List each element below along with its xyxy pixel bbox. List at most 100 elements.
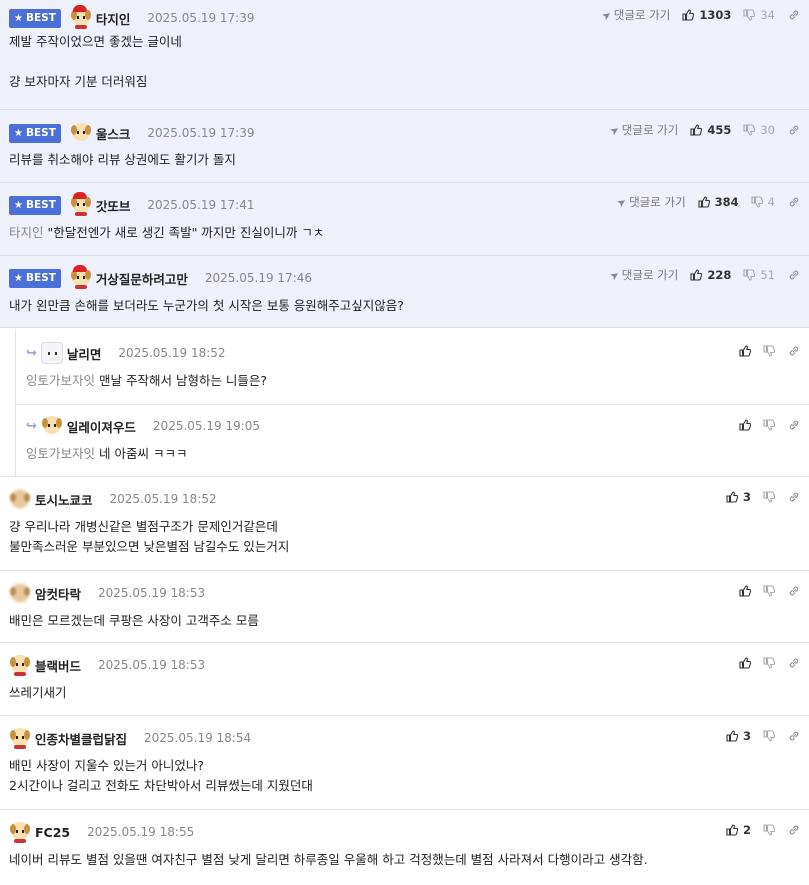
thumbs-up-icon <box>726 824 738 836</box>
upvote-button[interactable] <box>739 657 751 669</box>
upvote-button[interactable] <box>739 345 751 357</box>
link-icon[interactable] <box>788 585 800 597</box>
comment-author[interactable]: 암컷타락 <box>35 584 81 603</box>
avatar[interactable] <box>69 265 92 289</box>
upvote-count: 228 <box>707 268 732 282</box>
comment-time: 2025.05.19 19:05 <box>152 419 261 433</box>
best-badge: ★ BEST <box>9 8 61 28</box>
downvote-button[interactable]: 51 <box>743 268 775 282</box>
comment-item: 인종차별클럽닭집 2025.05.19 18:54 3 배민 사장이 지울수 있… <box>0 716 809 810</box>
avatar[interactable] <box>40 342 63 364</box>
link-icon[interactable] <box>788 730 800 742</box>
upvote-count: 384 <box>714 195 739 209</box>
comment-author[interactable]: 토시노쿄코 <box>35 490 93 509</box>
upvote-count: 455 <box>707 123 732 137</box>
upvote-button[interactable]: 3 <box>726 729 751 743</box>
comment-time: 2025.05.19 17:46 <box>204 271 312 285</box>
star-icon: ★ <box>14 127 23 139</box>
comment-body: 쓰레기새기 <box>9 685 67 700</box>
comment-item: ★ BEST 울스크 2025.05.19 17:39 ➤ 댓글로 가기 455 3… <box>0 110 809 183</box>
downvote-button[interactable] <box>763 730 775 742</box>
mention[interactable]: 잉토가보자잇 <box>26 446 95 461</box>
thumbs-down-icon <box>763 345 775 357</box>
downvote-count: 4 <box>767 195 775 209</box>
upvote-button[interactable]: 1303 <box>682 8 731 22</box>
navigation-arrow-icon: ➤ <box>598 7 614 23</box>
downvote-button[interactable]: 30 <box>743 123 775 137</box>
comment-author[interactable]: 울스크 <box>96 124 131 143</box>
upvote-button[interactable]: 3 <box>726 490 751 504</box>
upvote-count: 3 <box>742 490 751 504</box>
comment-item: 블랙버드 2025.05.19 18:53 쓰레기새기 <box>0 643 809 716</box>
mention[interactable]: 잉토가보자잇 <box>26 373 95 388</box>
comment-author[interactable]: 인종차별클럽닭집 <box>35 729 127 748</box>
avatar[interactable] <box>69 192 92 216</box>
upvote-button[interactable]: 455 <box>690 123 731 137</box>
downvote-button[interactable] <box>763 657 775 669</box>
thumbs-up-icon <box>739 419 751 431</box>
upvote-button[interactable]: 384 <box>698 195 739 209</box>
comment-time: 2025.05.19 18:53 <box>98 586 206 600</box>
downvote-button[interactable] <box>763 585 775 597</box>
downvote-button[interactable] <box>763 345 775 357</box>
comment-author[interactable]: 거상질문하려고만 <box>96 269 188 288</box>
downvote-button[interactable] <box>763 824 775 836</box>
comment-author[interactable]: 블랙버드 <box>35 656 81 675</box>
upvote-button[interactable] <box>739 585 751 597</box>
link-icon[interactable] <box>788 124 800 136</box>
navigation-arrow-icon: ➤ <box>606 267 622 283</box>
comment-author[interactable]: FC25 <box>35 825 70 840</box>
upvote-count: 2 <box>742 823 751 837</box>
thumbs-down-icon <box>743 269 755 281</box>
link-icon[interactable] <box>788 269 800 281</box>
link-icon[interactable] <box>788 491 800 503</box>
reply-item: ↪ 일레이져우드 2025.05.19 19:05 잉토가보자잇 네 아줌씨 ㅋㅋ… <box>0 404 809 477</box>
thumbs-up-icon <box>739 657 751 669</box>
comment-author[interactable]: 갓또브 <box>96 196 131 215</box>
upvote-button[interactable]: 2 <box>726 823 751 837</box>
downvote-button[interactable] <box>763 419 775 431</box>
goto-comment-link[interactable]: ➤ 댓글로 가기 <box>607 122 679 138</box>
goto-comment-link[interactable]: ➤ 댓글로 가기 <box>606 267 679 283</box>
downvote-count: 51 <box>760 268 775 282</box>
thumbs-down-icon <box>763 585 775 597</box>
comment-time: 2025.05.19 17:39 <box>147 11 255 25</box>
avatar[interactable] <box>9 582 31 604</box>
link-icon[interactable] <box>788 824 800 836</box>
downvote-button[interactable]: 4 <box>751 195 775 209</box>
comment-body: 네이버 리뷰도 별점 있을땐 여자친구 별점 낮게 달리면 하루종일 우울해 하… <box>9 852 648 867</box>
downvote-count: 34 <box>760 8 775 22</box>
avatar[interactable] <box>9 727 31 749</box>
comment-author[interactable]: 일레이져우드 <box>67 417 136 436</box>
comment-item: ★ BEST 거상질문하려고만 2025.05.19 17:46 ➤ 댓글로 가기 … <box>0 256 809 328</box>
mention[interactable]: 타지인 <box>9 225 44 240</box>
comment-body: 내가 왼만큼 손해를 보더라도 누군가의 첫 시작은 보통 응원해주고싶지않음? <box>9 298 404 313</box>
comment-item: 토시노쿄코 2025.05.19 18:52 3 걍 우리나라 개병신같은 별점… <box>0 477 809 571</box>
link-icon[interactable] <box>788 9 800 21</box>
link-icon[interactable] <box>788 345 800 357</box>
upvote-button[interactable] <box>739 419 751 431</box>
link-icon[interactable] <box>788 196 800 208</box>
thumbs-up-icon <box>726 491 738 503</box>
reply-arrow-icon: ↪ <box>26 418 37 434</box>
avatar[interactable] <box>9 488 31 510</box>
goto-comment-link[interactable]: ➤ 댓글로 가기 <box>598 7 671 23</box>
comment-time: 2025.05.19 18:52 <box>118 346 226 360</box>
goto-comment-link[interactable]: ➤ 댓글로 가기 <box>614 194 686 210</box>
upvote-button[interactable]: 228 <box>690 268 731 282</box>
comment-body: 배민 사장이 지울수 있는거 아니었나? 2시간이나 걸리고 전화도 차단박아서… <box>9 758 313 793</box>
avatar[interactable] <box>69 122 92 144</box>
avatar[interactable] <box>69 5 92 29</box>
thumbs-down-icon <box>763 730 775 742</box>
comment-author[interactable]: 날리면 <box>67 344 102 363</box>
link-icon[interactable] <box>788 657 800 669</box>
avatar[interactable] <box>9 821 31 843</box>
avatar[interactable] <box>9 654 31 676</box>
downvote-button[interactable]: 34 <box>743 8 775 22</box>
comment-body: 리뷰를 취소해야 리뷰 상권에도 활기가 돌지 <box>9 152 236 167</box>
link-icon[interactable] <box>788 419 800 431</box>
downvote-button[interactable] <box>763 491 775 503</box>
avatar[interactable] <box>40 415 63 437</box>
thumbs-up-icon <box>726 730 738 742</box>
comment-author[interactable]: 타지인 <box>96 9 131 28</box>
